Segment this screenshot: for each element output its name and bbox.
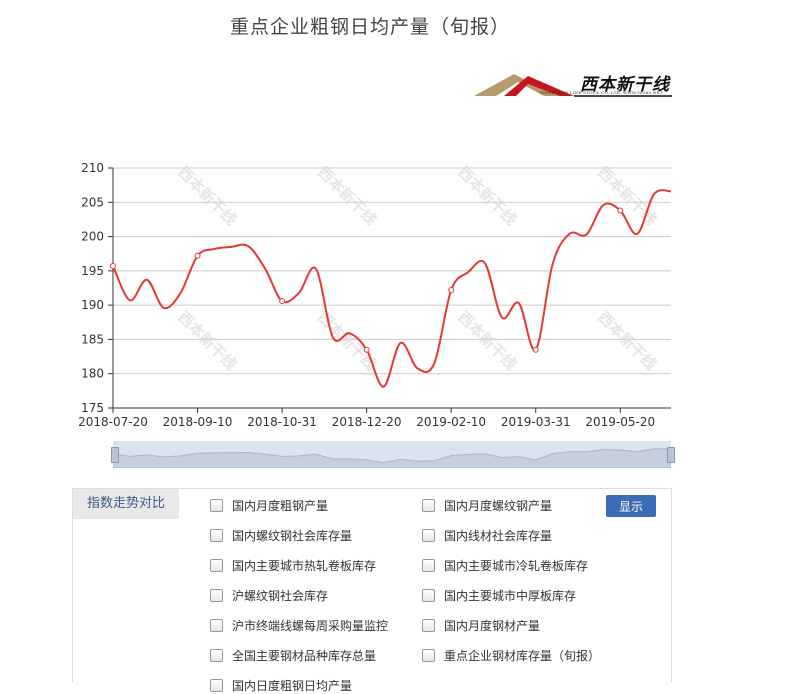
option-checkbox[interactable] xyxy=(210,589,223,602)
zoom-end-handle[interactable] xyxy=(667,447,675,463)
option-checkbox[interactable] xyxy=(210,559,223,572)
compare-option[interactable]: 全国主要钢材品种库存总量 xyxy=(210,647,376,664)
y-tick-label: 185 xyxy=(81,332,104,346)
y-tick-label: 210 xyxy=(81,161,104,175)
compare-option[interactable]: 国内主要城市冷轧卷板库存 xyxy=(422,557,588,574)
option-checkbox[interactable] xyxy=(210,649,223,662)
option-label: 重点企业钢材库存量（旬报） xyxy=(444,649,601,663)
option-label: 全国主要钢材品种库存总量 xyxy=(232,649,377,663)
y-tick-label: 200 xyxy=(81,230,104,244)
data-point xyxy=(279,298,286,305)
option-checkbox[interactable] xyxy=(422,499,435,512)
compare-option[interactable]: 国内主要城市热轧卷板库存 xyxy=(210,557,376,574)
x-tick-label: 2018-07-20 xyxy=(78,415,148,429)
option-label: 国内螺纹钢社会库存量 xyxy=(232,529,353,543)
zoom-preview xyxy=(112,448,672,469)
data-point xyxy=(194,252,201,259)
compare-option[interactable]: 国内日度粗钢日均产量 xyxy=(210,677,352,694)
data-point xyxy=(110,263,116,270)
compare-tab[interactable]: 指数走势对比 xyxy=(73,489,179,519)
option-label: 国内月度螺纹钢产量 xyxy=(444,499,553,513)
option-checkbox[interactable] xyxy=(210,529,223,542)
option-label: 国内日度粗钢日均产量 xyxy=(232,679,353,693)
option-checkbox[interactable] xyxy=(422,619,435,632)
compare-option[interactable]: 国内线材社会库存量 xyxy=(422,527,552,544)
data-point xyxy=(532,346,539,353)
option-checkbox[interactable] xyxy=(210,499,223,512)
option-label: 国内线材社会库存量 xyxy=(444,529,553,543)
y-tick-label: 195 xyxy=(81,264,104,278)
option-checkbox[interactable] xyxy=(210,619,223,632)
option-label: 沪螺纹钢社会库存 xyxy=(232,589,329,603)
compare-option[interactable]: 重点企业钢材库存量（旬报） xyxy=(422,647,600,664)
compare-option[interactable]: 国内月度粗钢产量 xyxy=(210,497,328,514)
option-label: 国内主要城市中厚板库存 xyxy=(444,589,577,603)
series-line xyxy=(112,189,672,388)
x-tick-label: 2019-03-31 xyxy=(501,415,571,429)
option-label: 沪市终端线螺每周采购量监控 xyxy=(232,619,389,633)
compare-option[interactable]: 沪螺纹钢社会库存 xyxy=(210,587,328,604)
compare-option[interactable]: 沪市终端线螺每周采购量监控 xyxy=(210,617,388,634)
zoom-slider-track[interactable] xyxy=(112,441,672,469)
option-label: 国内月度粗钢产量 xyxy=(232,499,329,513)
option-checkbox[interactable] xyxy=(422,649,435,662)
line-chart: 175 180 185 190 195 200 205 210 2018-07-20 2018-0… xyxy=(78,161,672,429)
option-label: 国内月度钢材产量 xyxy=(444,619,541,633)
option-checkbox[interactable] xyxy=(422,589,435,602)
x-tick-label: 2018-10-31 xyxy=(247,415,317,429)
compare-option[interactable]: 国内月度螺纹钢产量 xyxy=(422,497,552,514)
x-tick-label: 2019-05-20 xyxy=(585,415,655,429)
option-checkbox[interactable] xyxy=(422,529,435,542)
show-button[interactable]: 显示 xyxy=(606,495,656,517)
option-label: 国内主要城市冷轧卷板库存 xyxy=(444,559,589,573)
compare-option[interactable]: 国内主要城市中厚板库存 xyxy=(422,587,576,604)
x-tick-label: 2018-09-10 xyxy=(163,415,233,429)
x-tick-label: 2018-12-20 xyxy=(332,415,402,429)
option-label: 国内主要城市热轧卷板库存 xyxy=(232,559,377,573)
zoom-start-handle[interactable] xyxy=(111,447,119,463)
compare-option[interactable]: 国内月度钢材产量 xyxy=(422,617,540,634)
option-checkbox[interactable] xyxy=(422,559,435,572)
y-tick-label: 180 xyxy=(81,367,104,381)
compare-option[interactable]: 国内螺纹钢社会库存量 xyxy=(210,527,352,544)
data-point xyxy=(617,207,624,214)
data-point xyxy=(363,346,370,353)
y-tick-label: 205 xyxy=(81,195,104,209)
y-tick-label: 190 xyxy=(81,298,104,312)
y-tick-label: 175 xyxy=(81,401,104,415)
x-tick-label: 2019-02-10 xyxy=(416,415,486,429)
data-point xyxy=(448,287,455,294)
